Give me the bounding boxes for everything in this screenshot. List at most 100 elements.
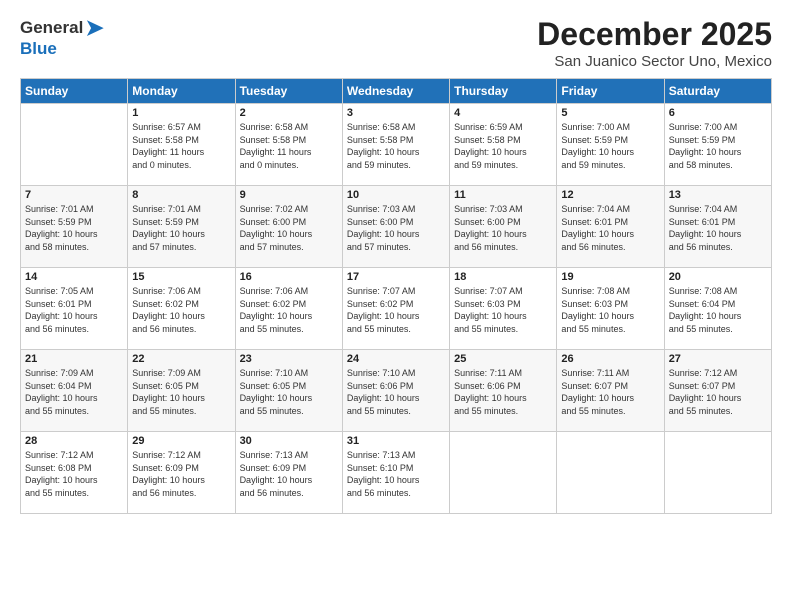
th-thursday: Thursday <box>450 79 557 104</box>
day-number: 23 <box>240 353 338 365</box>
day-cell: 31 Sunrise: 7:13 AMSunset: 6:10 PMDayligh… <box>342 432 449 514</box>
day-info: Sunrise: 7:11 AMSunset: 6:07 PMDaylight:… <box>561 367 659 417</box>
day-cell: 4 Sunrise: 6:59 AMSunset: 5:58 PMDaylight… <box>450 104 557 186</box>
day-cell: 24Sunrise: 7:10 AMSunset: 6:06 PMDayligh… <box>342 350 449 432</box>
day-info: Sunrise: 7:07 AMSunset: 6:03 PMDaylight:… <box>454 285 552 335</box>
day-number: 6 <box>669 107 767 119</box>
week-row-3: 14 Sunrise: 7:05 AMSunset: 6:01 PMDayligh… <box>21 268 772 350</box>
day-number: 30 <box>240 435 338 447</box>
day-info: Sunrise: 7:05 AMSunset: 6:01 PMDaylight:… <box>25 285 123 335</box>
day-info: Sunrise: 7:13 AMSunset: 6:10 PMDaylight:… <box>347 449 445 499</box>
day-info: Sunrise: 6:58 AMSunset: 5:58 PMDaylight:… <box>347 121 445 171</box>
week-row-2: 7Sunrise: 7:01 AMSunset: 5:59 PMDaylight… <box>21 186 772 268</box>
day-info: Sunrise: 6:57 AMSunset: 5:58 PMDaylight:… <box>132 121 230 171</box>
day-info: Sunrise: 7:09 AMSunset: 6:04 PMDaylight:… <box>25 367 123 417</box>
day-info: Sunrise: 7:03 AMSunset: 6:00 PMDaylight:… <box>347 203 445 253</box>
main-title: December 2025 <box>537 16 772 53</box>
logo-text-blue: Blue <box>20 40 57 59</box>
day-number: 1 <box>132 107 230 119</box>
day-number: 27 <box>669 353 767 365</box>
day-cell: 3Sunrise: 6:58 AMSunset: 5:58 PMDaylight… <box>342 104 449 186</box>
th-wednesday: Wednesday <box>342 79 449 104</box>
day-number: 28 <box>25 435 123 447</box>
th-saturday: Saturday <box>664 79 771 104</box>
day-cell: 17 Sunrise: 7:07 AMSunset: 6:02 PMDayligh… <box>342 268 449 350</box>
day-info: Sunrise: 7:08 AMSunset: 6:03 PMDaylight:… <box>561 285 659 335</box>
day-number: 14 <box>25 271 123 283</box>
th-friday: Friday <box>557 79 664 104</box>
day-info: Sunrise: 7:10 AMSunset: 6:06 PMDaylight:… <box>347 367 445 417</box>
day-cell: 5Sunrise: 7:00 AMSunset: 5:59 PMDaylight… <box>557 104 664 186</box>
day-info: Sunrise: 7:13 AMSunset: 6:09 PMDaylight:… <box>240 449 338 499</box>
day-number: 29 <box>132 435 230 447</box>
day-cell <box>450 432 557 514</box>
day-info: Sunrise: 6:59 AMSunset: 5:58 PMDaylight:… <box>454 121 552 171</box>
calendar: Sunday Monday Tuesday Wednesday Thursday… <box>20 78 772 514</box>
day-cell: 28 Sunrise: 7:12 AMSunset: 6:08 PMDayligh… <box>21 432 128 514</box>
day-cell: 18Sunrise: 7:07 AMSunset: 6:03 PMDayligh… <box>450 268 557 350</box>
day-number: 31 <box>347 435 445 447</box>
day-info: Sunrise: 7:11 AMSunset: 6:06 PMDaylight:… <box>454 367 552 417</box>
day-cell <box>21 104 128 186</box>
day-info: Sunrise: 7:08 AMSunset: 6:04 PMDaylight:… <box>669 285 767 335</box>
logo-text-general: General <box>20 19 83 38</box>
day-number: 26 <box>561 353 659 365</box>
day-cell: 19 Sunrise: 7:08 AMSunset: 6:03 PMDayligh… <box>557 268 664 350</box>
day-cell <box>664 432 771 514</box>
day-number: 22 <box>132 353 230 365</box>
header-row: Sunday Monday Tuesday Wednesday Thursday… <box>21 79 772 104</box>
day-cell: 1 Sunrise: 6:57 AMSunset: 5:58 PMDaylight… <box>128 104 235 186</box>
week-row-4: 21 Sunrise: 7:09 AMSunset: 6:04 PMDayligh… <box>21 350 772 432</box>
day-info: Sunrise: 6:58 AMSunset: 5:58 PMDaylight:… <box>240 121 338 171</box>
logo-bird-icon: ➤ <box>85 16 103 40</box>
logo: General ➤ Blue <box>20 16 104 59</box>
day-number: 16 <box>240 271 338 283</box>
th-tuesday: Tuesday <box>235 79 342 104</box>
day-info: Sunrise: 7:06 AMSunset: 6:02 PMDaylight:… <box>240 285 338 335</box>
header: General ➤ Blue December 2025 San Juanico… <box>20 16 772 70</box>
th-monday: Monday <box>128 79 235 104</box>
day-cell: 9Sunrise: 7:02 AMSunset: 6:00 PMDaylight… <box>235 186 342 268</box>
day-number: 20 <box>669 271 767 283</box>
day-cell: 7Sunrise: 7:01 AMSunset: 5:59 PMDaylight… <box>21 186 128 268</box>
day-cell: 2 Sunrise: 6:58 AMSunset: 5:58 PMDaylight… <box>235 104 342 186</box>
day-cell: 23 Sunrise: 7:10 AMSunset: 6:05 PMDayligh… <box>235 350 342 432</box>
day-info: Sunrise: 7:10 AMSunset: 6:05 PMDaylight:… <box>240 367 338 417</box>
day-cell: 6Sunrise: 7:00 AMSunset: 5:59 PMDaylight… <box>664 104 771 186</box>
day-info: Sunrise: 7:09 AMSunset: 6:05 PMDaylight:… <box>132 367 230 417</box>
day-number: 12 <box>561 189 659 201</box>
day-info: Sunrise: 7:00 AMSunset: 5:59 PMDaylight:… <box>561 121 659 171</box>
day-cell: 20 Sunrise: 7:08 AMSunset: 6:04 PMDayligh… <box>664 268 771 350</box>
day-info: Sunrise: 7:03 AMSunset: 6:00 PMDaylight:… <box>454 203 552 253</box>
day-number: 15 <box>132 271 230 283</box>
day-info: Sunrise: 7:12 AMSunset: 6:09 PMDaylight:… <box>132 449 230 499</box>
day-cell: 27 Sunrise: 7:12 AMSunset: 6:07 PMDayligh… <box>664 350 771 432</box>
day-number: 21 <box>25 353 123 365</box>
day-number: 13 <box>669 189 767 201</box>
day-number: 10 <box>347 189 445 201</box>
day-cell: 8Sunrise: 7:01 AMSunset: 5:59 PMDaylight… <box>128 186 235 268</box>
day-number: 19 <box>561 271 659 283</box>
day-cell: 11 Sunrise: 7:03 AMSunset: 6:00 PMDayligh… <box>450 186 557 268</box>
day-number: 17 <box>347 271 445 283</box>
day-info: Sunrise: 7:12 AMSunset: 6:08 PMDaylight:… <box>25 449 123 499</box>
day-info: Sunrise: 7:07 AMSunset: 6:02 PMDaylight:… <box>347 285 445 335</box>
day-info: Sunrise: 7:01 AMSunset: 5:59 PMDaylight:… <box>25 203 123 253</box>
day-info: Sunrise: 7:04 AMSunset: 6:01 PMDaylight:… <box>669 203 767 253</box>
day-cell: 14 Sunrise: 7:05 AMSunset: 6:01 PMDayligh… <box>21 268 128 350</box>
day-cell: 13 Sunrise: 7:04 AMSunset: 6:01 PMDayligh… <box>664 186 771 268</box>
day-number: 11 <box>454 189 552 201</box>
day-number: 9 <box>240 189 338 201</box>
day-cell: 22 Sunrise: 7:09 AMSunset: 6:05 PMDayligh… <box>128 350 235 432</box>
day-number: 4 <box>454 107 552 119</box>
day-cell: 16 Sunrise: 7:06 AMSunset: 6:02 PMDayligh… <box>235 268 342 350</box>
day-info: Sunrise: 7:06 AMSunset: 6:02 PMDaylight:… <box>132 285 230 335</box>
day-cell: 21 Sunrise: 7:09 AMSunset: 6:04 PMDayligh… <box>21 350 128 432</box>
day-number: 8 <box>132 189 230 201</box>
day-info: Sunrise: 7:12 AMSunset: 6:07 PMDaylight:… <box>669 367 767 417</box>
day-cell: 10 Sunrise: 7:03 AMSunset: 6:00 PMDayligh… <box>342 186 449 268</box>
week-row-5: 28 Sunrise: 7:12 AMSunset: 6:08 PMDayligh… <box>21 432 772 514</box>
day-number: 2 <box>240 107 338 119</box>
th-sunday: Sunday <box>21 79 128 104</box>
day-cell <box>557 432 664 514</box>
